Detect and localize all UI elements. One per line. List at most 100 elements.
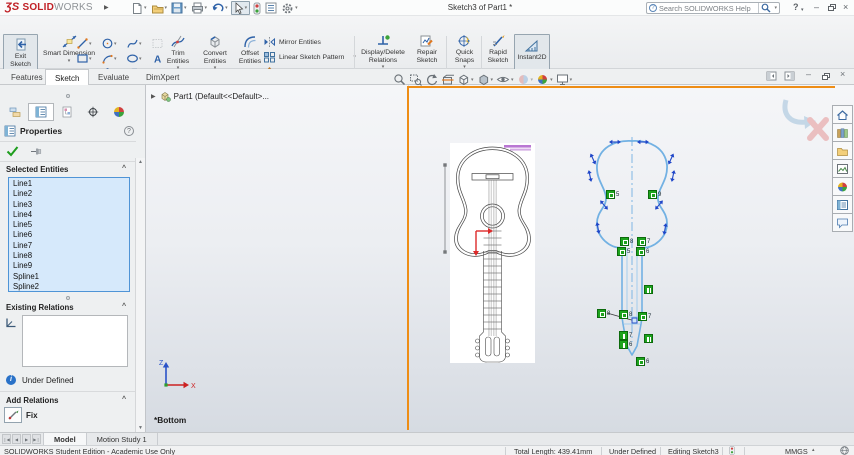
print-button[interactable]: ▾ (190, 1, 209, 15)
zoom-to-area-button[interactable] (409, 73, 422, 86)
prev-tab-icon[interactable]: ◀ (12, 434, 21, 444)
panel-splitter-handle[interactable] (66, 94, 70, 98)
dropdown-caret-icon[interactable]: ▾ (774, 5, 777, 11)
rectangle-tool-button[interactable]: ▾ (76, 52, 100, 65)
file-explorer-tab[interactable] (832, 141, 853, 160)
entity-list-item[interactable]: Line5 (13, 220, 129, 230)
repair-sketch-button[interactable]: Repair Sketch (410, 34, 444, 64)
panel-scrollbar[interactable]: ▲ ▼ (135, 158, 145, 432)
entity-list-item[interactable]: Line1 (13, 179, 129, 189)
minimize-button[interactable]: – (814, 2, 819, 13)
dropdown-caret-icon[interactable]: ▾ (139, 41, 142, 47)
doc-close-button[interactable]: × (840, 69, 845, 79)
tab-motion-study[interactable]: Motion Study 1 (87, 433, 158, 445)
ok-check-icon[interactable] (6, 145, 19, 157)
open-document-button[interactable]: ▾ (150, 1, 169, 15)
dropdown-caret-icon[interactable]: ▾ (550, 77, 553, 83)
appearances-tab[interactable] (832, 177, 853, 196)
dropdown-caret-icon[interactable]: ▾ (245, 5, 248, 11)
dropdown-caret-icon[interactable]: ▾ (471, 77, 474, 83)
entity-list-item[interactable]: Line3 (13, 200, 129, 210)
linear-sketch-pattern-button[interactable]: Linear Sketch Pattern ▾ (263, 51, 356, 63)
new-document-button[interactable]: ▾ (130, 1, 148, 15)
doc-minimize-button[interactable]: – (806, 69, 811, 79)
scroll-down-icon[interactable]: ▼ (136, 425, 145, 431)
ellipse-tool-button[interactable]: ▾ (126, 52, 150, 65)
help-menu-button[interactable]: ? (793, 2, 799, 13)
search-input[interactable]: Search SOLIDWORKS Help (659, 4, 756, 13)
dropdown-caret-icon[interactable]: ▾ (511, 77, 514, 83)
display-style-button[interactable]: ▾ (477, 73, 493, 86)
dropdown-caret-icon[interactable]: ▾ (801, 5, 804, 16)
convert-entities-button[interactable]: Convert Entities ▾ (196, 34, 234, 71)
dropdown-caret-icon[interactable]: ▾ (144, 5, 147, 11)
dropdown-caret-icon[interactable]: ▾ (225, 5, 228, 11)
entity-list-item[interactable]: Line8 (13, 251, 129, 261)
doc-restore-button[interactable] (822, 73, 830, 80)
collapse-chevron-icon[interactable]: ^ (122, 396, 126, 403)
rapid-sketch-button[interactable]: Rapid Sketch (484, 34, 512, 64)
options-gear-button[interactable]: ▾ (280, 1, 299, 15)
dropdown-caret-icon[interactable]: ▾ (89, 41, 92, 47)
entity-list-item[interactable]: Line4 (13, 210, 129, 220)
tab-configuration-manager[interactable] (54, 103, 80, 121)
scroll-up-icon[interactable]: ▲ (136, 159, 145, 165)
selected-entities-header[interactable]: Selected Entities (6, 165, 68, 174)
hide-show-items-button[interactable]: ▾ (496, 73, 514, 86)
status-signal-icon[interactable] (729, 446, 735, 455)
fix-relation-button[interactable] (4, 407, 22, 423)
tab-model[interactable]: Model (43, 433, 87, 445)
sketch-canvas[interactable]: Z X (146, 85, 854, 432)
line-tool-button[interactable]: ▾ (76, 37, 100, 50)
pane-right-icon[interactable] (784, 71, 795, 83)
dropdown-caret-icon[interactable]: ▾ (184, 5, 187, 11)
first-tab-icon[interactable]: ❘◀ (2, 434, 11, 444)
view-palette-tab[interactable] (832, 159, 853, 178)
undo-button[interactable]: ▾ (210, 1, 229, 15)
confirmation-corner[interactable] (778, 94, 834, 148)
existing-relations-list[interactable] (22, 315, 128, 367)
section-view-button[interactable] (441, 73, 454, 86)
select-tool-button[interactable]: ▾ (230, 1, 251, 15)
pane-left-icon[interactable] (766, 71, 777, 83)
tab-property-manager[interactable] (28, 103, 54, 121)
tab-dimxpert[interactable]: DimXpert (137, 69, 188, 85)
collapse-chevron-icon[interactable]: ^ (122, 303, 126, 310)
entity-list-item[interactable]: Spline2 (13, 282, 129, 291)
previous-view-button[interactable] (425, 73, 438, 86)
search-box[interactable]: ? Search SOLIDWORKS Help ▾ (646, 2, 780, 14)
tags-globe-icon[interactable] (840, 446, 849, 455)
home-tab[interactable] (832, 105, 853, 124)
quick-snaps-button[interactable]: Quick Snaps ▾ (449, 34, 480, 70)
view-settings-button[interactable]: ▾ (556, 73, 573, 86)
logo-flyout-icon[interactable]: ▶ (104, 4, 109, 11)
dropdown-caret-icon[interactable]: ▾ (89, 56, 92, 62)
existing-relations-header[interactable]: Existing Relations (6, 303, 74, 312)
mirror-entities-button[interactable]: Mirror Entities (263, 36, 321, 48)
offset-entities-button[interactable]: Offset Entities (234, 34, 266, 65)
dropdown-caret-icon[interactable]: ▾ (139, 56, 142, 62)
apply-scene-button[interactable]: ▾ (536, 73, 553, 86)
panel-splitter-handle[interactable] (66, 296, 70, 300)
spline-tool-button[interactable]: ▾ (126, 37, 150, 50)
entity-list-item[interactable]: Line2 (13, 189, 129, 199)
arc-tool-button[interactable]: ▾ (101, 52, 125, 65)
entity-list-item[interactable]: Spline1 (13, 272, 129, 282)
entity-list-item[interactable]: Line9 (13, 261, 129, 271)
collapse-chevron-icon[interactable]: ^ (122, 165, 126, 172)
units-caret-icon[interactable]: ▴ (812, 447, 815, 453)
dropdown-caret-icon[interactable]: ▾ (531, 77, 534, 83)
selected-entities-list[interactable]: Line1 Line2 Line3 Line4 Line5 Line6 Line7 Line8… (8, 177, 130, 292)
design-library-tab[interactable] (832, 123, 853, 142)
add-relations-header[interactable]: Add Relations (6, 396, 58, 405)
dropdown-caret-icon[interactable]: ▾ (570, 77, 573, 83)
tab-display-manager[interactable] (106, 103, 132, 121)
entity-list-item[interactable]: Line7 (13, 241, 129, 251)
search-icon[interactable] (761, 3, 771, 13)
tab-feature-manager[interactable] (2, 103, 28, 121)
dropdown-caret-icon[interactable]: ▾ (114, 41, 117, 47)
next-tab-icon[interactable]: ▶ (22, 434, 31, 444)
dropdown-caret-icon[interactable]: ▾ (114, 56, 117, 62)
zoom-to-fit-button[interactable] (393, 73, 406, 86)
panel-help-icon[interactable]: ? (124, 126, 134, 136)
